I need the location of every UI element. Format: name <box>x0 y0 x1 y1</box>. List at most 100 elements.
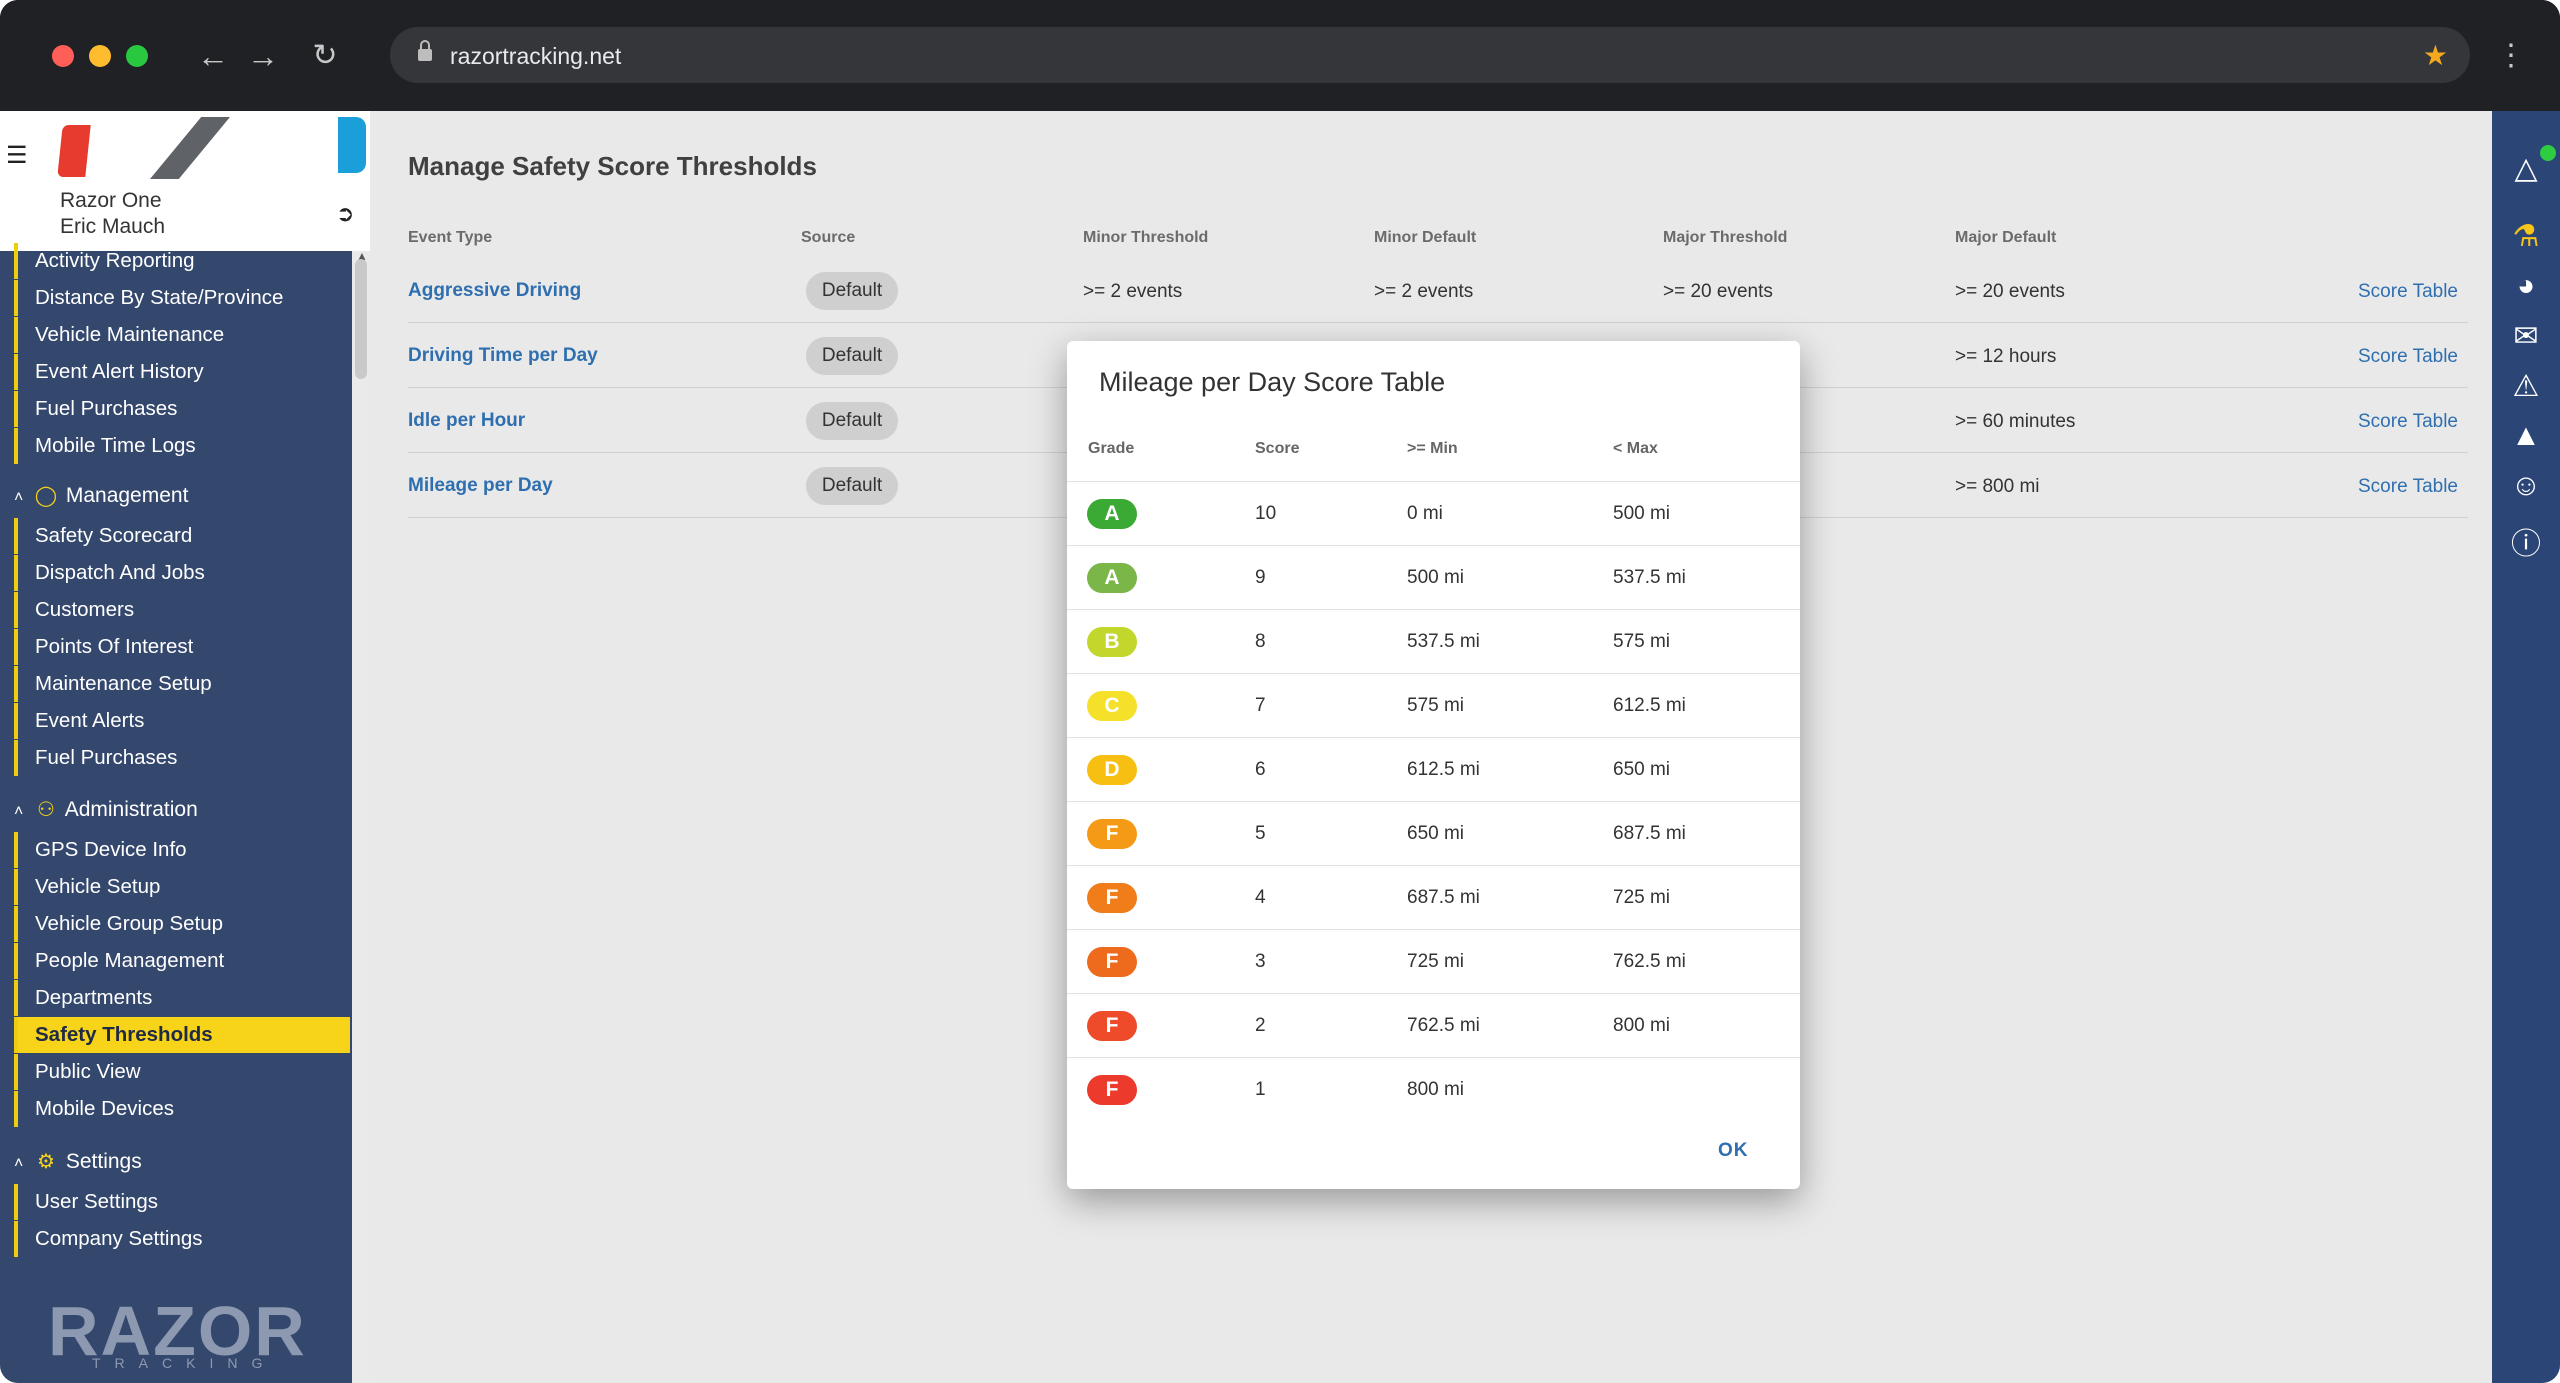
close-window-button[interactable] <box>52 45 74 67</box>
score-table-link[interactable]: Score Table <box>2358 281 2458 303</box>
source-badge: Default <box>806 467 898 505</box>
sidebar-item-activity-reporting[interactable]: Activity Reporting <box>14 243 350 279</box>
column-header-min: >= Min <box>1407 440 1458 457</box>
ok-button[interactable]: OK <box>1718 1140 1749 1162</box>
grade-badge: F <box>1087 947 1137 977</box>
browser-toolbar: ← → ↻ razortracking.net ★ ⋮ <box>0 0 2560 111</box>
max-value: 500 mi <box>1613 503 1671 524</box>
people-icon: ⚇ <box>37 799 55 821</box>
sidebar-item-vehicle-setup[interactable]: Vehicle Setup <box>14 869 350 905</box>
section-settings-label: Settings <box>65 1150 142 1173</box>
forward-arrow-icon[interactable]: → <box>243 36 283 76</box>
sidebar-item-mobile-time-logs[interactable]: Mobile Time Logs <box>14 428 350 464</box>
help-icon[interactable]: ⓘ <box>2492 519 2560 563</box>
max-value: 650 mi <box>1613 759 1671 780</box>
browser-window: ← → ↻ razortracking.net ★ ⋮ ☰ Razor One … <box>0 0 2560 1383</box>
sidebar-item-distance-by-state[interactable]: Distance By State/Province <box>14 280 350 316</box>
logout-icon[interactable]: ➲ <box>336 201 354 227</box>
max-value: 537.5 mi <box>1613 567 1686 588</box>
event-type-link[interactable]: Aggressive Driving <box>408 280 581 302</box>
major-default: >= 12 hours <box>1955 346 2057 367</box>
min-value: 537.5 mi <box>1407 631 1480 652</box>
sidebar-item-departments[interactable]: Departments <box>14 980 350 1016</box>
source-badge: Default <box>806 402 898 440</box>
score-table-link[interactable]: Score Table <box>2358 346 2458 368</box>
grade-badge: F <box>1087 819 1137 849</box>
score-row: B 8 537.5 mi 575 mi <box>1067 609 1800 673</box>
min-value: 612.5 mi <box>1407 759 1480 780</box>
back-arrow-icon[interactable]: ← <box>193 36 233 76</box>
user-name: Eric Mauch <box>60 215 166 238</box>
sidebar-header: ☰ Razor One Eric Mauch ➲ <box>0 111 370 251</box>
dialog-title: Mileage per Day Score Table <box>1099 367 1446 397</box>
score-table-link[interactable]: Score Table <box>2358 411 2458 433</box>
sidebar-item-vehicle-maintenance[interactable]: Vehicle Maintenance <box>14 317 350 353</box>
minimize-window-button[interactable] <box>89 45 111 67</box>
sidebar-item-gps-device-info[interactable]: GPS Device Info <box>14 832 350 868</box>
min-value: 575 mi <box>1407 695 1465 716</box>
sidebar-item-safety-scorecard[interactable]: Safety Scorecard <box>14 518 350 554</box>
sidebar-item-public-view[interactable]: Public View <box>14 1054 350 1090</box>
score-value: 5 <box>1255 823 1266 844</box>
score-row: F 2 762.5 mi 800 mi <box>1067 993 1800 1057</box>
grade-badge: A <box>1087 499 1137 529</box>
sidebar-item-customers[interactable]: Customers <box>14 592 350 628</box>
score-table-dialog: Mileage per Day Score Table Grade Score … <box>1067 341 1800 1189</box>
reload-icon[interactable]: ↻ <box>305 36 345 76</box>
road-icon[interactable]: ▲ <box>2492 419 2560 453</box>
alert-icon[interactable]: ⚠ <box>2492 369 2560 404</box>
max-value: 800 mi <box>1613 1015 1671 1036</box>
url-text: razortracking.net <box>450 43 622 69</box>
min-value: 687.5 mi <box>1407 887 1480 908</box>
hamburger-menu-icon[interactable]: ☰ <box>6 141 28 170</box>
sidebar-item-event-alerts[interactable]: Event Alerts <box>14 703 350 739</box>
event-type-link[interactable]: Driving Time per Day <box>408 345 598 367</box>
gears-icon: ⚙ <box>37 1151 55 1173</box>
mail-icon[interactable]: ✉ <box>2492 319 2560 354</box>
max-value: 725 mi <box>1613 887 1671 908</box>
minor-threshold: >= 2 events <box>1083 281 1183 302</box>
sidebar-item-people-management[interactable]: People Management <box>14 943 350 979</box>
sidebar-item-dispatch-and-jobs[interactable]: Dispatch And Jobs <box>14 555 350 591</box>
browser-menu-icon[interactable]: ⋮ <box>2496 36 2526 76</box>
sidebar: ☰ Razor One Eric Mauch ➲ Activity Report… <box>0 111 370 1383</box>
score-table-link[interactable]: Score Table <box>2358 476 2458 498</box>
section-management[interactable]: ˄ ◯ Management <box>14 477 350 515</box>
page-title: Manage Safety Score Thresholds <box>408 151 817 181</box>
score-row: A 9 500 mi 537.5 mi <box>1067 545 1800 609</box>
min-value: 650 mi <box>1407 823 1465 844</box>
sidebar-item-event-alert-history[interactable]: Event Alert History <box>14 354 350 390</box>
score-value: 2 <box>1255 1015 1266 1036</box>
score-row: D 6 612.5 mi 650 mi <box>1067 737 1800 801</box>
min-value: 0 mi <box>1407 503 1443 524</box>
column-header-minor-threshold: Minor Threshold <box>1083 229 1209 246</box>
bookmark-star-icon[interactable]: ★ <box>2423 39 2448 72</box>
sidebar-scrollbar[interactable]: ▲ <box>352 249 370 1383</box>
sidebar-item-company-settings[interactable]: Company Settings <box>14 1221 350 1257</box>
section-administration[interactable]: ˄ ⚇ Administration <box>14 791 350 829</box>
sidebar-item-fuel-purchases-mgmt[interactable]: Fuel Purchases <box>14 740 350 776</box>
grade-badge: A <box>1087 563 1137 593</box>
grade-badge: C <box>1087 691 1137 721</box>
sidebar-item-mobile-devices[interactable]: Mobile Devices <box>14 1091 350 1127</box>
score-value: 4 <box>1255 887 1266 908</box>
address-bar[interactable]: razortracking.net ★ <box>390 27 2470 83</box>
sidebar-item-safety-thresholds[interactable]: Safety Thresholds <box>14 1017 350 1053</box>
event-type-link[interactable]: Mileage per Day <box>408 475 553 497</box>
sidebar-item-maintenance-setup[interactable]: Maintenance Setup <box>14 666 350 702</box>
sidebar-item-vehicle-group-setup[interactable]: Vehicle Group Setup <box>14 906 350 942</box>
pie-chart-icon[interactable]: ◕ <box>2492 269 2560 303</box>
section-settings[interactable]: ˄ ⚙ Settings <box>14 1143 350 1181</box>
sidebar-item-fuel-purchases[interactable]: Fuel Purchases <box>14 391 350 427</box>
sidebar-item-user-settings[interactable]: User Settings <box>14 1184 350 1220</box>
scrollbar-thumb[interactable] <box>355 259 367 379</box>
score-value: 9 <box>1255 567 1266 588</box>
smiley-icon[interactable]: ☺ <box>2492 469 2560 503</box>
maximize-window-button[interactable] <box>126 45 148 67</box>
sidebar-item-points-of-interest[interactable]: Points Of Interest <box>14 629 350 665</box>
event-type-link[interactable]: Idle per Hour <box>408 410 525 432</box>
flask-icon[interactable]: ⚗ <box>2492 219 2560 254</box>
management-icon: ◯ <box>34 485 58 507</box>
score-row: F 3 725 mi 762.5 mi <box>1067 929 1800 993</box>
score-row: A 10 0 mi 500 mi <box>1067 481 1800 545</box>
